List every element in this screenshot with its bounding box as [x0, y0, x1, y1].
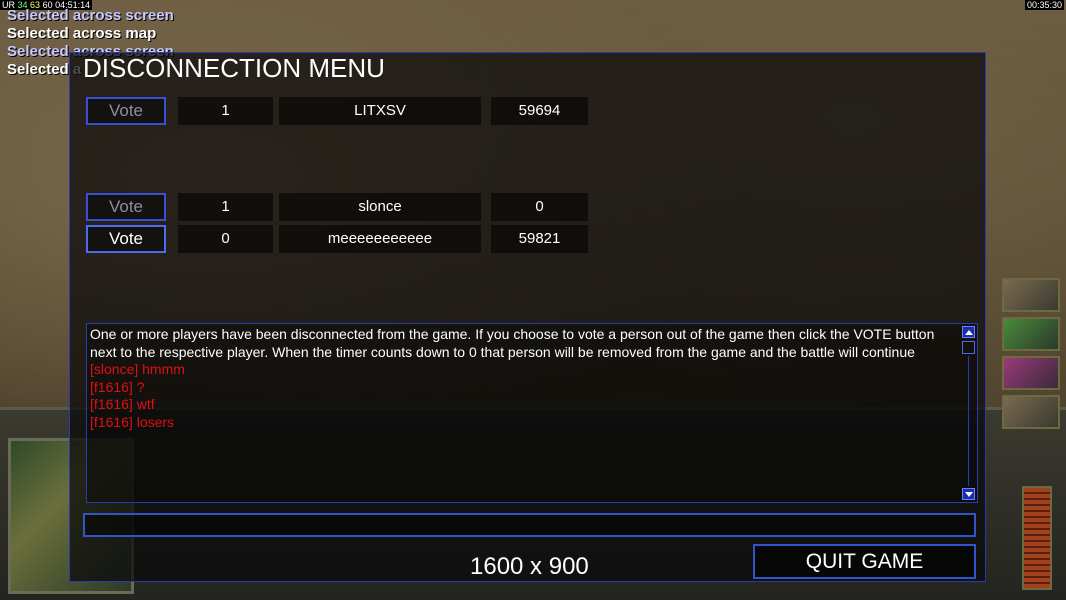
power-bar: [1022, 486, 1052, 590]
dialog-title: DISCONNECTION MENU: [83, 53, 385, 83]
chat-line: [slonce] hmmm: [90, 361, 185, 377]
scroll-thumb[interactable]: [962, 341, 975, 354]
chat-log[interactable]: One or more players have been disconnect…: [86, 323, 978, 503]
player-vote-count: 1: [178, 97, 273, 125]
disconnection-dialog: DISCONNECTION MENU Vote 1 LITXSV 59694 V…: [69, 52, 986, 582]
chat-text: One or more players have been disconnect…: [90, 326, 958, 431]
player-timer: 59821: [491, 225, 588, 253]
player-timer: 59694: [491, 97, 588, 125]
selection-message: Selected across map: [7, 25, 157, 42]
build-button-2[interactable]: [1002, 317, 1060, 351]
vote-button[interactable]: Vote: [86, 225, 166, 253]
chat-line: [f1616] wtf: [90, 396, 155, 412]
game-clock: 00:35:30: [1024, 0, 1064, 10]
player-name: slonce: [279, 193, 481, 221]
scroll-down-icon[interactable]: [962, 488, 975, 500]
chat-input[interactable]: [83, 513, 976, 537]
vote-button[interactable]: Vote: [86, 193, 166, 221]
player-timer: 0: [491, 193, 588, 221]
chat-scrollbar[interactable]: [961, 324, 977, 502]
sidebar-build-buttons: [1002, 278, 1060, 434]
vote-button[interactable]: Vote: [86, 97, 166, 125]
scroll-track: [968, 356, 969, 486]
build-button-4[interactable]: [1002, 395, 1060, 429]
chat-line: [f1616] losers: [90, 413, 175, 430]
build-button-3[interactable]: [1002, 356, 1060, 390]
player-name: LITXSV: [279, 97, 481, 125]
selection-message: Selected across screen: [7, 7, 174, 24]
quit-game-button[interactable]: QUIT GAME: [753, 544, 976, 579]
resolution-label: 1600 x 900: [470, 553, 589, 580]
player-vote-count: 1: [178, 193, 273, 221]
system-message: One or more players have been disconnect…: [90, 326, 935, 360]
build-button-1[interactable]: [1002, 278, 1060, 312]
player-vote-count: 0: [178, 225, 273, 253]
player-name: meeeeeeeeeee: [279, 225, 481, 253]
scroll-up-icon[interactable]: [962, 326, 975, 338]
chat-line: [f1616] ?: [90, 378, 145, 395]
